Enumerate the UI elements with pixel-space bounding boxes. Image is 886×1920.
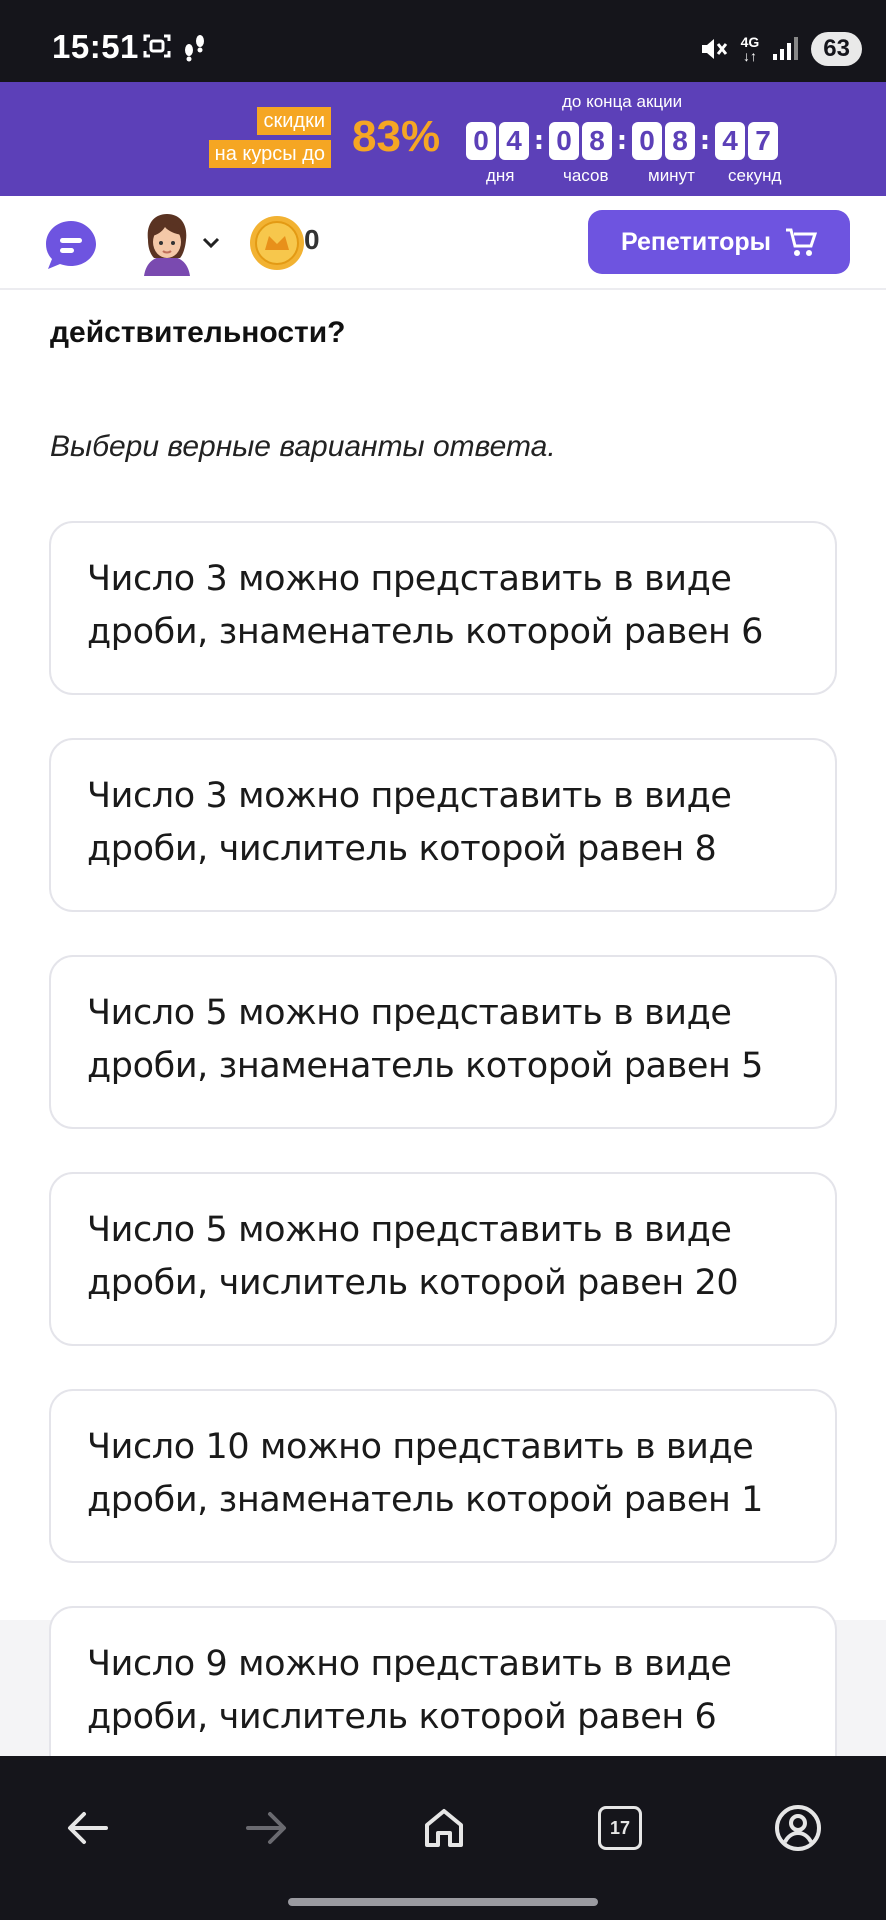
coin-icon[interactable] (248, 214, 306, 272)
timer-seconds-label: секунд (728, 166, 782, 185)
status-time: 15:51 (52, 28, 139, 65)
cart-icon (786, 228, 818, 256)
option-line: Число 3 можно представить в виде (87, 776, 732, 816)
timer-digit: 7 (748, 122, 778, 160)
promo-tag-courses: на курсы до (208, 140, 331, 168)
app-header: 0 Репетиторы (0, 196, 886, 290)
option-line: Число 10 можно представить в виде (87, 1427, 754, 1467)
option-line: Число 9 можно представить в виде (87, 1644, 732, 1684)
option-line: Число 5 можно представить в виде (87, 1210, 732, 1250)
promo-until-label: до конца акции (562, 92, 683, 111)
timer-digit: 4 (499, 122, 529, 160)
forward-icon[interactable] (236, 1798, 296, 1858)
option-line: дроби, числитель которой равен 6 (87, 1697, 717, 1737)
answer-option[interactable]: Число 9 можно представить в виде дроби, … (49, 1606, 837, 1780)
answer-option[interactable]: Число 3 можно представить в виде дроби, … (49, 738, 837, 912)
signal-icon (773, 37, 799, 60)
option-line: дроби, знаменатель которой равен 5 (87, 1046, 764, 1086)
option-line: дроби, знаменатель которой равен 1 (87, 1480, 764, 1520)
chat-icon[interactable] (42, 218, 100, 272)
promo-percent: 83% (352, 112, 441, 161)
home-icon[interactable] (414, 1798, 474, 1858)
screenshot-icon (143, 34, 171, 58)
status-left-icons (142, 32, 208, 62)
option-line: дроби, числитель которой равен 20 (87, 1263, 739, 1303)
coin-count: 0 (304, 224, 320, 255)
timer-digit: 0 (549, 122, 579, 160)
timer-days-label: дня (486, 166, 515, 185)
mute-icon (701, 39, 727, 59)
timer-separator: : (533, 126, 545, 156)
tutors-button-label: Репетиторы (620, 227, 772, 256)
timer-digit: 0 (632, 122, 662, 160)
option-line: Число 5 можно представить в виде (87, 993, 732, 1033)
answer-option[interactable]: Число 10 можно представить в виде дроби,… (49, 1389, 837, 1563)
promo-banner[interactable]: скидки на курсы до 83% до конца акции 0 … (0, 82, 886, 196)
timer-separator: : (699, 126, 711, 156)
status-bar: 15:51 4G ↓↑ 63 (0, 0, 886, 82)
status-right-icons: 4G ↓↑ 63 (699, 32, 862, 66)
profile-icon[interactable] (768, 1798, 828, 1858)
battery-level: 63 (811, 32, 862, 66)
home-indicator[interactable] (288, 1898, 598, 1906)
answer-option[interactable]: Число 3 можно представить в виде дроби, … (49, 521, 837, 695)
back-icon[interactable] (58, 1798, 118, 1858)
timer-digit: 4 (715, 122, 745, 160)
countdown-timer: 0 4 : 0 8 : 0 8 : 4 7 (466, 122, 781, 160)
answer-option[interactable]: Число 5 можно представить в виде дроби, … (49, 1172, 837, 1346)
chevron-down-icon[interactable] (200, 231, 222, 253)
network-indicator: 4G ↓↑ (740, 34, 760, 64)
instruction-text: Выбери верные варианты ответа. (50, 430, 556, 463)
timer-digit: 8 (665, 122, 695, 160)
timer-hours-label: часов (563, 166, 609, 185)
timer-digit: 8 (582, 122, 612, 160)
tabs-icon[interactable]: 17 (590, 1798, 650, 1858)
tutors-button[interactable]: Репетиторы (588, 210, 850, 274)
option-line: дроби, знаменатель которой равен 6 (87, 612, 764, 652)
promo-tag-discounts: скидки (257, 107, 331, 135)
timer-separator: : (616, 126, 628, 156)
avatar[interactable] (136, 210, 198, 276)
option-line: Число 3 можно представить в виде (87, 559, 732, 599)
answer-option[interactable]: Число 5 можно представить в виде дроби, … (49, 955, 837, 1129)
timer-minutes-label: минут (648, 166, 695, 185)
tabs-count: 17 (598, 1806, 642, 1850)
timer-digit: 0 (466, 122, 496, 160)
steps-icon (185, 35, 204, 62)
option-line: дроби, числитель которой равен 8 (87, 829, 717, 869)
question-line: действительности? (50, 316, 346, 349)
browser-bottom-nav: 17 (0, 1756, 886, 1920)
